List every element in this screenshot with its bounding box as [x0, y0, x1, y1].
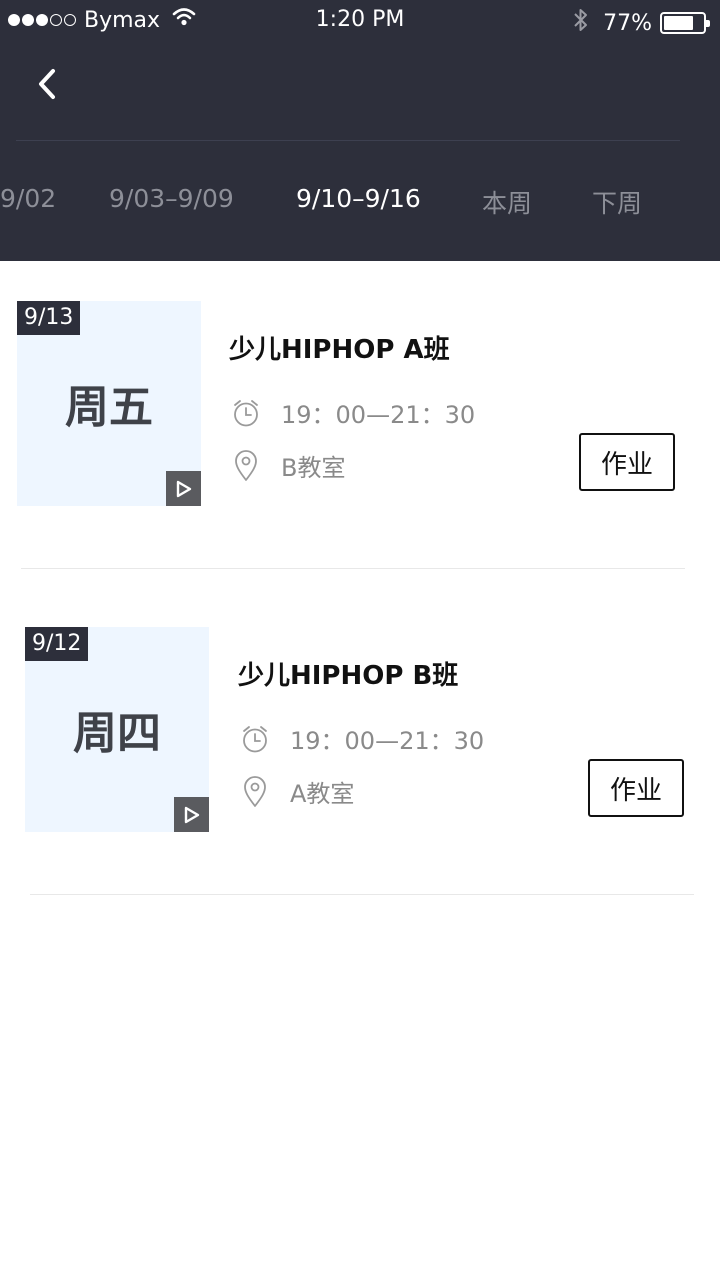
header: Bymax 1:20 PM 77% 9/02 9/03–9/09 9/10–9/…: [0, 0, 720, 261]
lesson-thumbnail[interactable]: 9/12 周四: [25, 627, 209, 832]
week-tabs: 9/02 9/03–9/09 9/10–9/16 本周 下周: [0, 178, 720, 222]
lesson-thumbnail[interactable]: 9/13 周五: [17, 301, 201, 506]
play-icon[interactable]: [174, 797, 209, 832]
battery-cap: [706, 20, 710, 27]
tab-week-0910-0916[interactable]: 9/10–9/16: [296, 184, 421, 213]
chevron-left-icon: [39, 69, 55, 99]
card-divider: [21, 568, 685, 569]
lesson-time-row: 19：00—21：30: [240, 721, 484, 756]
lesson-card[interactable]: 9/13 周五 少儿HIPHOP A班 19：00—21：30 B教室 作业: [0, 301, 720, 569]
back-button[interactable]: [26, 60, 66, 108]
lesson-time: 19：00—21：30: [281, 401, 476, 429]
lesson-card[interactable]: 9/12 周四 少儿HIPHOP B班 19：00—21：30 A教室 作业: [0, 627, 720, 895]
status-right: 77%: [573, 7, 710, 39]
battery-icon: [660, 12, 710, 34]
lesson-weekday: 周五: [65, 382, 153, 433]
location-pin-icon: [240, 775, 270, 807]
lesson-title: 少儿HIPHOP B班: [238, 661, 459, 691]
homework-button[interactable]: 作业: [579, 433, 675, 491]
lesson-room-row: A教室: [240, 774, 354, 809]
lesson-room: B教室: [281, 454, 346, 482]
lesson-time: 19：00—21：30: [290, 727, 485, 755]
header-divider: [16, 140, 680, 141]
tab-next-week[interactable]: 下周: [592, 184, 642, 220]
battery-fill: [664, 16, 693, 30]
homework-button[interactable]: 作业: [588, 759, 684, 817]
location-pin-icon: [231, 449, 261, 481]
status-bar: Bymax 1:20 PM 77%: [0, 0, 720, 40]
lesson-room: A教室: [290, 780, 355, 808]
play-icon[interactable]: [166, 471, 201, 506]
tab-week-0902[interactable]: 9/02: [0, 184, 56, 213]
lesson-title: 少儿HIPHOP A班: [229, 335, 450, 365]
tab-week-0903-0909[interactable]: 9/03–9/09: [109, 184, 234, 213]
tab-this-week[interactable]: 本周: [482, 184, 532, 220]
lesson-weekday: 周四: [73, 708, 161, 759]
lesson-time-row: 19：00—21：30: [231, 395, 475, 430]
battery-percentage: 77%: [603, 10, 652, 36]
alarm-clock-icon: [231, 398, 261, 428]
bluetooth-icon: [573, 7, 589, 39]
lesson-room-row: B教室: [231, 448, 345, 483]
lesson-date-badge: 9/13: [17, 301, 81, 335]
lesson-date-badge: 9/12: [25, 627, 89, 661]
alarm-clock-icon: [240, 724, 270, 754]
card-divider: [30, 894, 694, 895]
